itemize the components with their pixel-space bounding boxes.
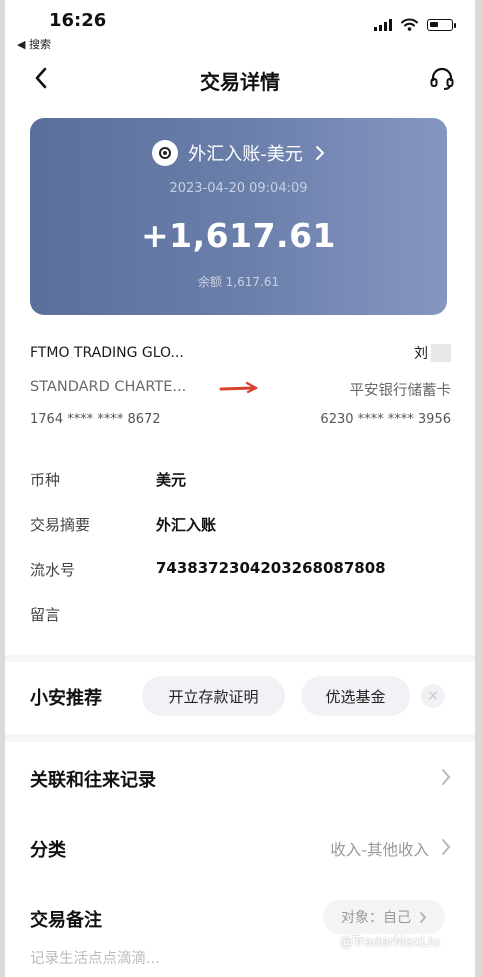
detail-row-message: 留言 xyxy=(30,604,156,625)
payee-bank: 平安银行储蓄卡 xyxy=(349,383,452,399)
category-label: 分类 xyxy=(30,840,66,861)
category-value[interactable]: 收入-其他收入 xyxy=(330,838,429,860)
detail-value: 外汇入账 xyxy=(156,516,217,534)
battery-icon xyxy=(427,18,456,31)
detail-label: 流水号 xyxy=(30,561,76,579)
deposit-certificate-chip[interactable]: 开立存款证明 xyxy=(142,676,285,716)
transaction-note-label: 交易备注 xyxy=(30,910,102,931)
account-balance: 余额 1,617.61 xyxy=(197,275,280,289)
payee-name-text: 刘 xyxy=(414,346,428,362)
cellular-signal-icon xyxy=(374,18,392,31)
transaction-note-input[interactable]: 记录生活点点滴滴... xyxy=(30,947,160,968)
payee-name: 刘 xyxy=(414,343,451,363)
wifi-icon xyxy=(401,18,418,31)
detail-value: 743837230420326808780​8 xyxy=(156,559,386,577)
related-records-link[interactable]: 关联和往来记录 xyxy=(30,766,156,792)
customer-service-button[interactable] xyxy=(427,64,457,94)
transaction-type-label: 外汇入账-美元 xyxy=(188,144,303,165)
chevron-right-icon xyxy=(442,769,451,785)
transaction-type-icon xyxy=(152,140,179,166)
detail-label: 币种 xyxy=(30,471,61,489)
detail-label: 交易摘要 xyxy=(30,516,91,534)
detail-value: 美元 xyxy=(156,471,187,489)
detail-row-summary: 交易摘要 外汇入账 xyxy=(30,514,216,535)
payer-account: 1764 **** **** 8672 xyxy=(30,412,161,427)
transaction-datetime: 2023-04-20 09:04:09 xyxy=(169,181,308,196)
selected-funds-chip[interactable]: 优选基金 xyxy=(301,676,410,716)
payee-account: 6230 **** **** 3956 xyxy=(320,412,451,427)
note-object-text: 对象：自己 xyxy=(341,910,411,926)
transfer-arrow-icon xyxy=(219,381,259,394)
headset-icon xyxy=(430,67,454,90)
payer-bank: STANDARD CHARTE... xyxy=(30,379,187,395)
page-title: 交易详情 xyxy=(200,70,280,94)
transaction-amount: +1,617.61 xyxy=(141,216,336,255)
payee-name-redaction xyxy=(431,344,451,362)
detail-label: 留言 xyxy=(30,606,61,624)
recommend-title: 小安推荐 xyxy=(30,688,102,709)
app-screen: 16:26 ◀ 搜索 交易详情 外汇入账-美元 2023-04-20 09:04… xyxy=(5,0,475,977)
back-to-search-link[interactable]: ◀ 搜索 xyxy=(17,36,51,52)
detail-row-serial-number: 流水号 743837230420326808780​8 xyxy=(30,559,386,580)
payer-name: FTMO TRADING GLO... xyxy=(30,345,184,361)
transaction-type-link[interactable]: 外汇入账-美元 xyxy=(30,140,447,166)
note-object-selector[interactable]: 对象：自己 xyxy=(323,900,445,934)
watermark: @TraderMaxLiu xyxy=(340,935,440,950)
transaction-card: 外汇入账-美元 2023-04-20 09:04:09 +1,617.61 余额… xyxy=(30,118,447,315)
chevron-right-icon xyxy=(420,911,427,923)
status-time: 16:26 xyxy=(49,10,107,31)
content-background xyxy=(5,0,475,655)
close-icon[interactable]: × xyxy=(421,684,445,708)
chevron-right-icon xyxy=(315,146,324,160)
detail-row-currency: 币种 美元 xyxy=(30,469,186,490)
status-icons xyxy=(374,18,456,31)
recommend-bar: 小安推荐 开立存款证明 优选基金 × xyxy=(5,662,475,734)
chevron-right-icon xyxy=(442,839,451,855)
